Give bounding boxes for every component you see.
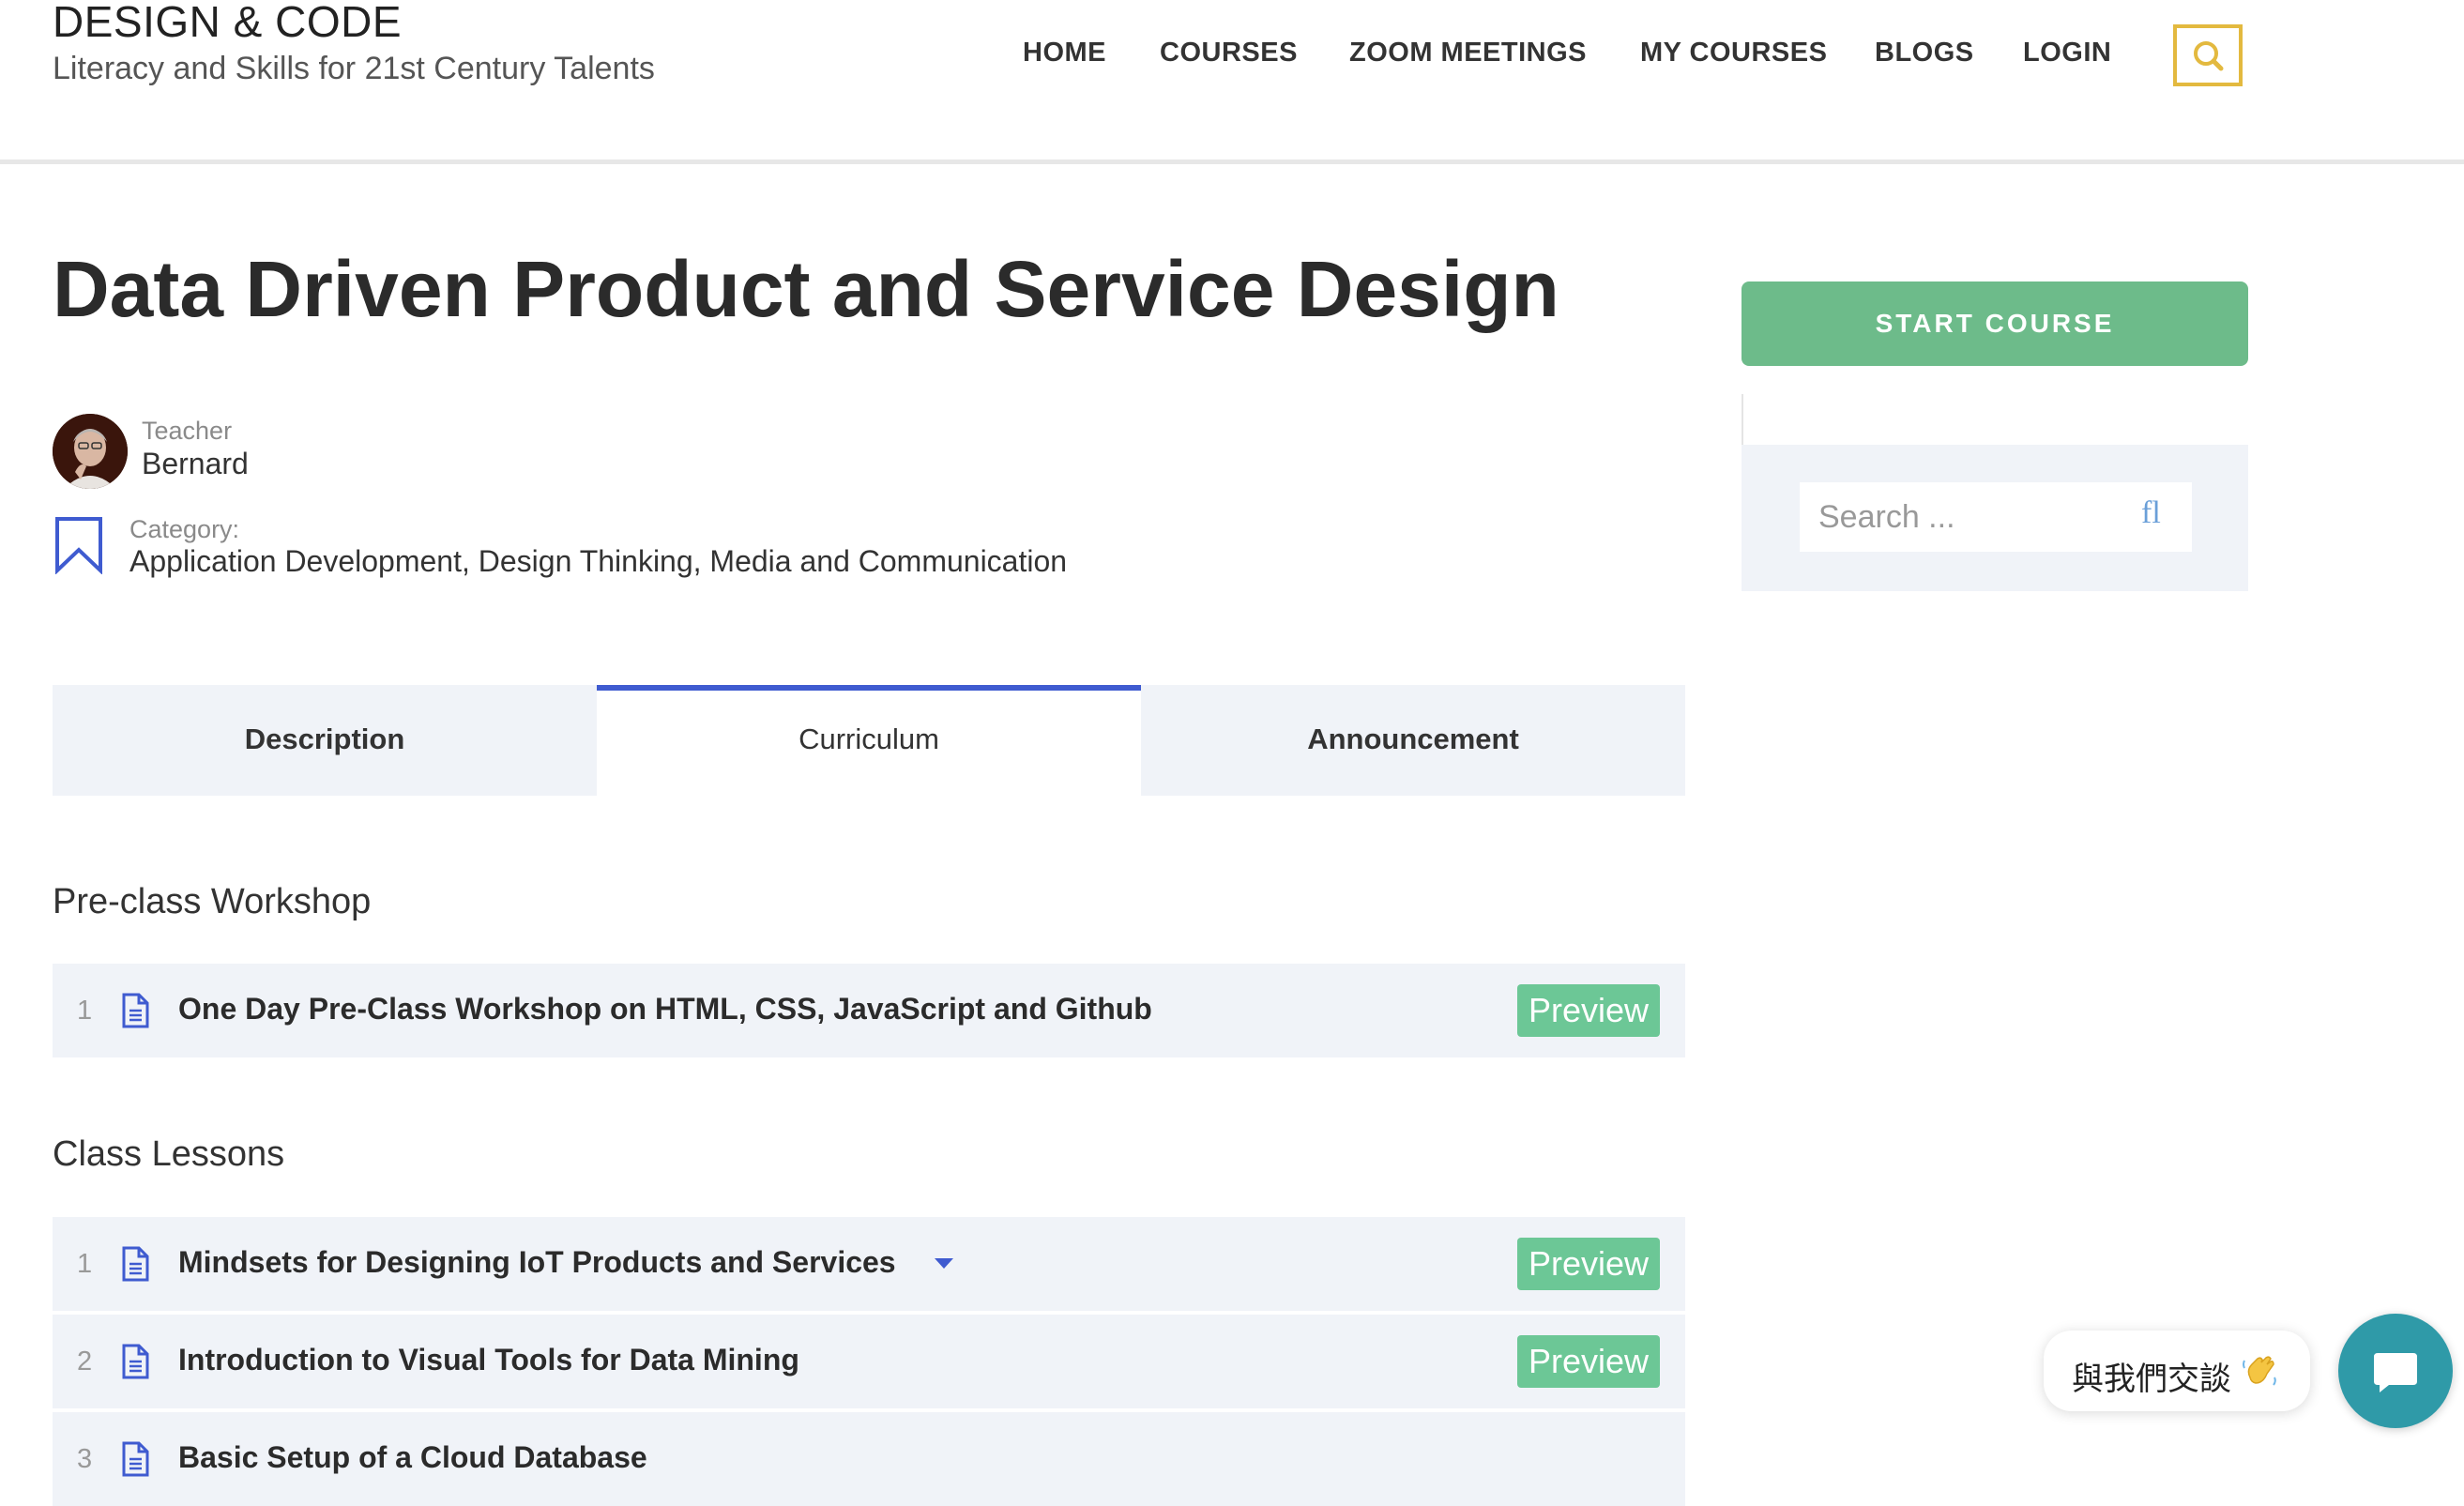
preview-button[interactable]: Preview: [1517, 1238, 1660, 1290]
lesson-title[interactable]: Basic Setup of a Cloud Database: [178, 1440, 647, 1475]
nav-my-courses[interactable]: MY COURSES: [1640, 38, 1827, 68]
lesson-number: 1: [77, 1249, 93, 1279]
teacher-avatar[interactable]: [53, 414, 128, 489]
search-icon: [2194, 41, 2224, 71]
lesson-number: 2: [77, 1346, 93, 1377]
lesson-number: 3: [77, 1444, 93, 1474]
chat-icon: [2374, 1353, 2417, 1392]
waving-hand-icon: [2243, 1356, 2276, 1386]
site-title[interactable]: DESIGN & CODE: [53, 0, 402, 47]
document-icon: [122, 1246, 149, 1282]
lesson-title[interactable]: Mindsets for Designing IoT Products and …: [178, 1245, 896, 1280]
search-submit-icon[interactable]: fl: [2141, 495, 2161, 531]
teacher-photo: [53, 414, 128, 489]
course-title: Data Driven Product and Service Design: [53, 245, 1559, 333]
tab-announcement-label: Announcement: [1307, 723, 1519, 755]
tab-curriculum-label: Curriculum: [799, 723, 939, 755]
nav-zoom-meetings[interactable]: ZOOM MEETINGS: [1349, 38, 1587, 68]
tab-description-label: Description: [244, 723, 405, 755]
chat-greeting-text: 與我們交談: [2072, 1361, 2231, 1398]
teacher-label: Teacher: [142, 417, 233, 445]
nav-home[interactable]: HOME: [1023, 38, 1106, 68]
category-values[interactable]: Application Development, Design Thinking…: [129, 544, 1067, 579]
document-icon: [122, 993, 149, 1028]
lesson-title[interactable]: Introduction to Visual Tools for Data Mi…: [178, 1343, 799, 1377]
bookmark-icon: [55, 517, 102, 574]
search-input[interactable]: [1800, 482, 2192, 552]
sidebar-divider: [1742, 394, 1743, 445]
start-course-button[interactable]: START COURSE: [1742, 281, 2248, 366]
document-icon: [122, 1344, 149, 1379]
category-label: Category:: [129, 515, 240, 543]
tab-curriculum[interactable]: Curriculum: [597, 685, 1141, 796]
lesson-number: 1: [77, 996, 93, 1026]
nav-courses[interactable]: COURSES: [1160, 38, 1298, 68]
lesson-row[interactable]: 2 Introduction to Visual Tools for Data …: [53, 1315, 1685, 1408]
header-search-button[interactable]: [2173, 24, 2243, 86]
tab-description[interactable]: Description: [53, 685, 597, 796]
preview-button[interactable]: Preview: [1517, 1335, 1660, 1388]
chat-launcher-button[interactable]: [2338, 1314, 2453, 1428]
document-icon: [122, 1441, 149, 1477]
site-header: DESIGN & CODE Literacy and Skills for 21…: [0, 0, 2464, 164]
lesson-row[interactable]: 1 One Day Pre-Class Workshop on HTML, CS…: [53, 964, 1685, 1057]
tab-announcement[interactable]: Announcement: [1141, 685, 1685, 796]
chevron-down-icon[interactable]: [935, 1258, 953, 1269]
nav-blogs[interactable]: BLOGS: [1875, 38, 1974, 68]
teacher-name[interactable]: Bernard: [142, 447, 249, 481]
search-widget: fl: [1742, 445, 2248, 591]
site-tagline: Literacy and Skills for 21st Century Tal…: [53, 51, 655, 86]
lesson-title[interactable]: One Day Pre-Class Workshop on HTML, CSS,…: [178, 992, 1152, 1027]
nav-login[interactable]: LOGIN: [2023, 38, 2111, 68]
section-title: Pre-class Workshop: [53, 882, 372, 921]
lesson-row[interactable]: 3 Basic Setup of a Cloud Database: [53, 1412, 1685, 1506]
lesson-row[interactable]: 1 Mindsets for Designing IoT Products an…: [53, 1217, 1685, 1311]
section-title: Class Lessons: [53, 1134, 285, 1174]
chat-greeting-bubble[interactable]: 與我們交談: [2044, 1331, 2310, 1411]
preview-button[interactable]: Preview: [1517, 984, 1660, 1037]
